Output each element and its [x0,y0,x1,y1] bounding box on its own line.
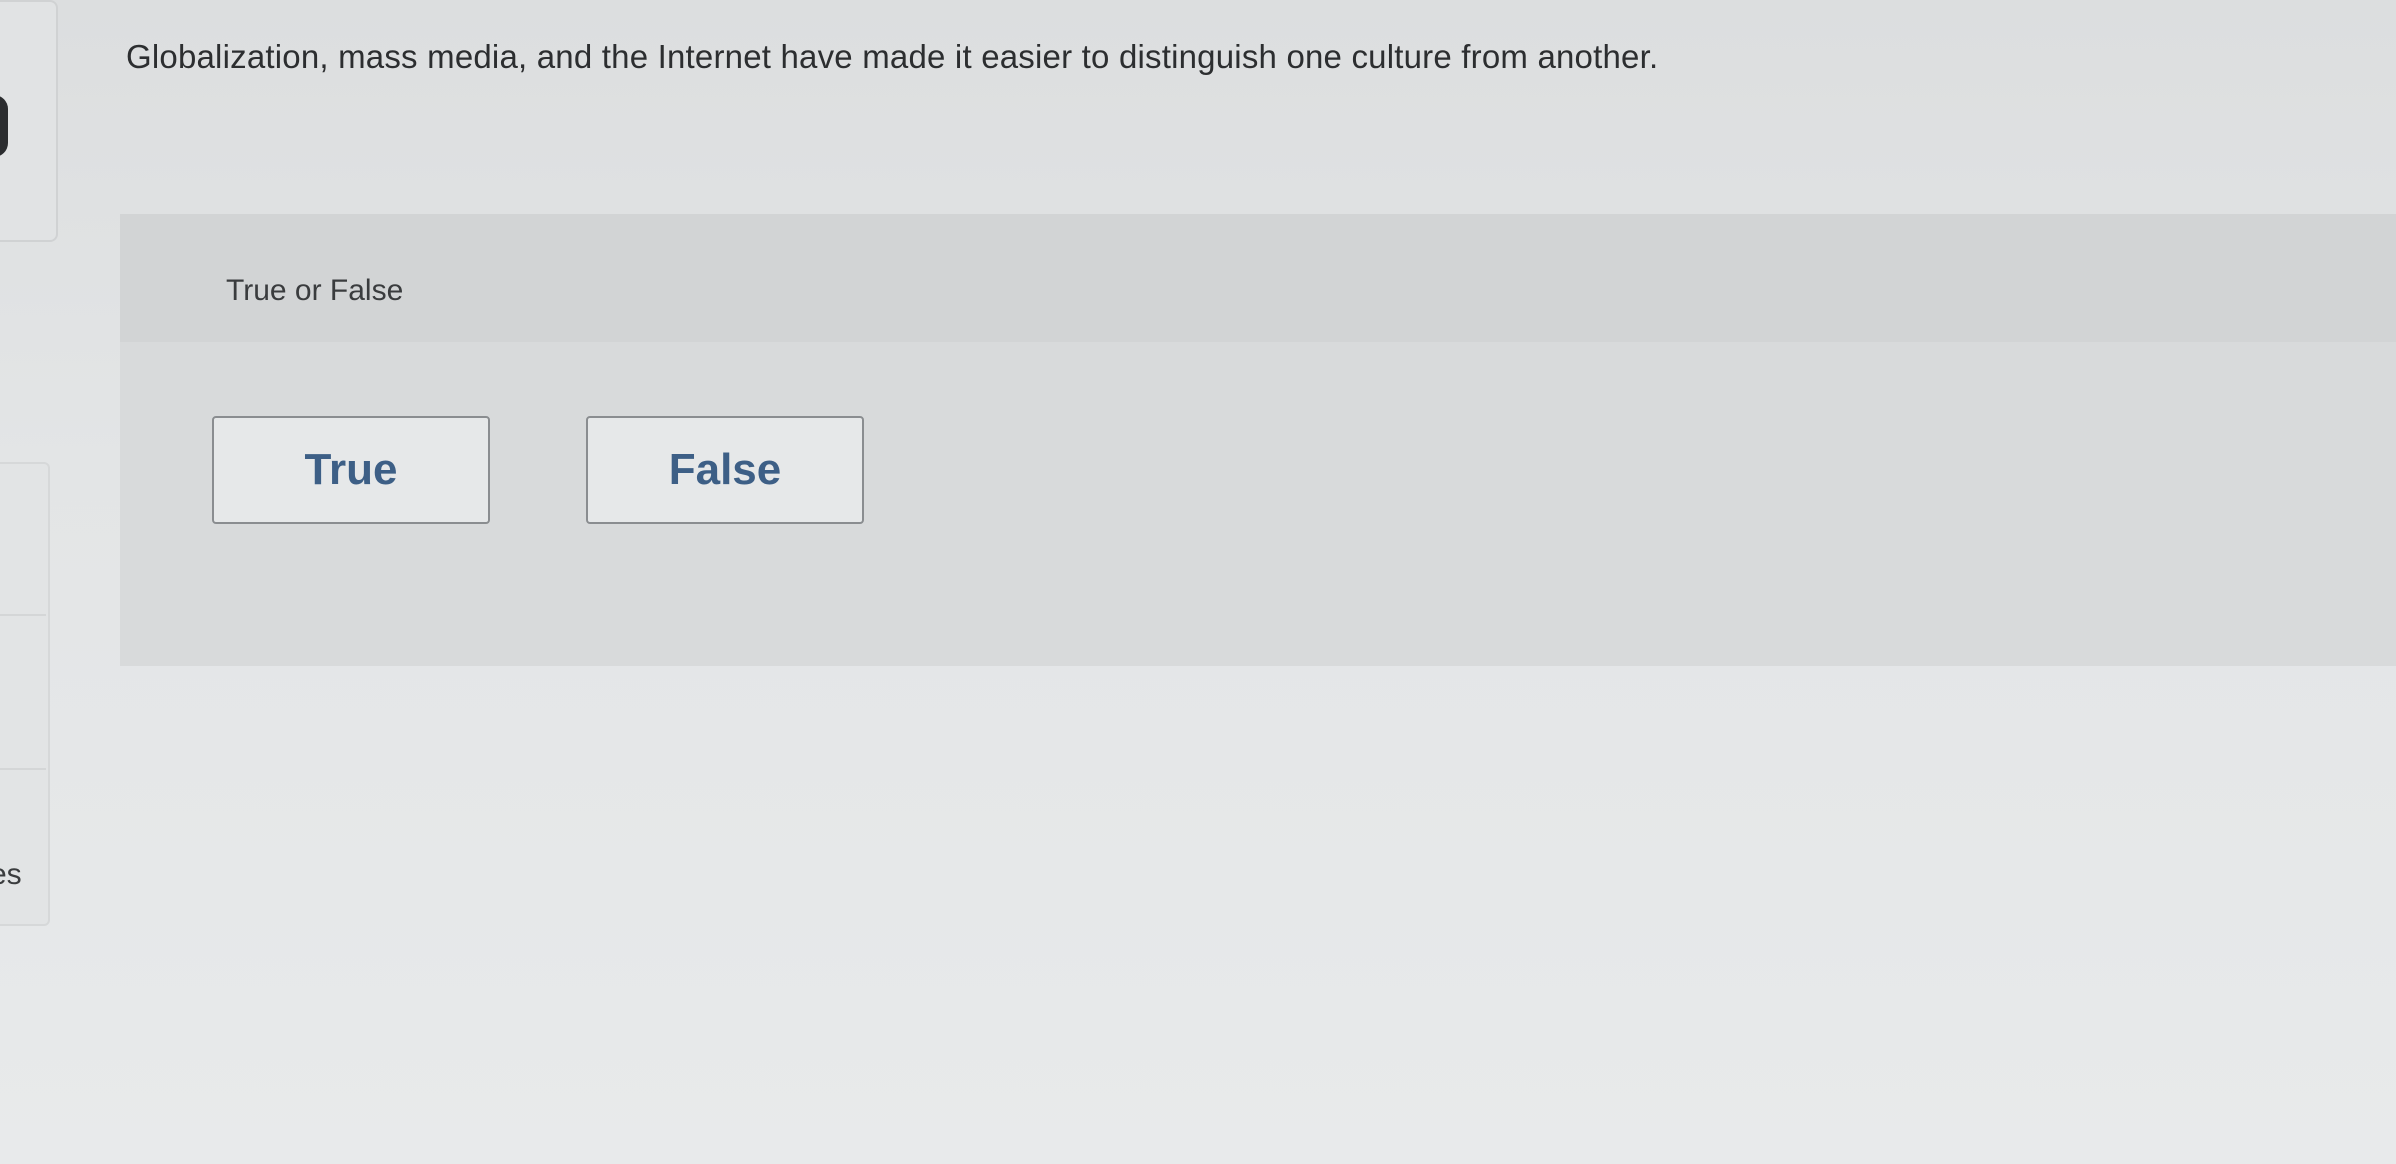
question-prompt: Globalization, mass media, and the Inter… [126,38,1659,75]
sidebar-card-top[interactable] [0,0,58,242]
left-sidebar: es [0,0,58,1164]
true-button[interactable]: True [212,416,490,524]
answer-panel: True or False True False [120,214,2396,666]
sidebar-divider [0,768,46,770]
answer-header: True or False [120,214,2396,342]
sidebar-divider [0,614,46,616]
sidebar-item-label[interactable]: es [0,858,22,892]
false-button[interactable]: False [586,416,864,524]
sidebar-indicator [0,95,8,157]
sidebar-card-bottom[interactable] [0,462,50,926]
question-type-label: True or False [226,274,404,307]
